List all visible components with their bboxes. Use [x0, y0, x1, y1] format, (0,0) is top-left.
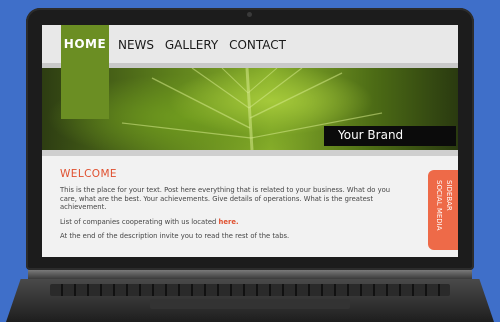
- keyboard-keys: [50, 284, 450, 296]
- webcam-icon: [247, 12, 252, 17]
- sidebar-tab-label: SIDEBAR SOCIAL MEDIA: [432, 180, 454, 242]
- website-screen: NEWS GALLERY CONTACT HOME Your Brand WEL…: [42, 25, 458, 257]
- nav-item-contact[interactable]: CONTACT: [229, 38, 286, 52]
- companies-text: List of companies cooperating with us lo…: [60, 217, 219, 226]
- brand-name: Your Brand: [338, 128, 404, 142]
- sidebar-tab-line1: SIDEBAR: [445, 180, 453, 211]
- trackpad: [150, 299, 350, 309]
- welcome-heading: WELCOME: [60, 168, 117, 180]
- companies-link[interactable]: here.: [219, 218, 239, 226]
- companies-paragraph: List of companies cooperating with us lo…: [60, 218, 400, 227]
- content-divider: [42, 150, 458, 156]
- main-content: WELCOME This is the place for your text.…: [60, 168, 400, 247]
- laptop-keyboard-deck: [6, 279, 494, 322]
- laptop-screen-bezel: NEWS GALLERY CONTACT HOME Your Brand WEL…: [26, 8, 474, 270]
- intro-paragraph: This is the place for your text. Post he…: [60, 186, 391, 211]
- closing-paragraph: At the end of the description invite you…: [60, 232, 290, 240]
- nav-links: NEWS GALLERY CONTACT: [118, 38, 293, 52]
- nav-item-news[interactable]: NEWS: [118, 38, 154, 52]
- brand-box: Your Brand: [324, 126, 456, 146]
- nav-item-home-label: HOME: [63, 37, 107, 51]
- sidebar-tab-line2: SOCIAL MEDIA: [435, 180, 443, 231]
- nav-item-home[interactable]: HOME: [61, 25, 109, 119]
- nav-item-gallery[interactable]: GALLERY: [165, 38, 218, 52]
- laptop-hinge: [28, 270, 472, 279]
- sidebar-social-tab[interactable]: SIDEBAR SOCIAL MEDIA: [428, 170, 458, 250]
